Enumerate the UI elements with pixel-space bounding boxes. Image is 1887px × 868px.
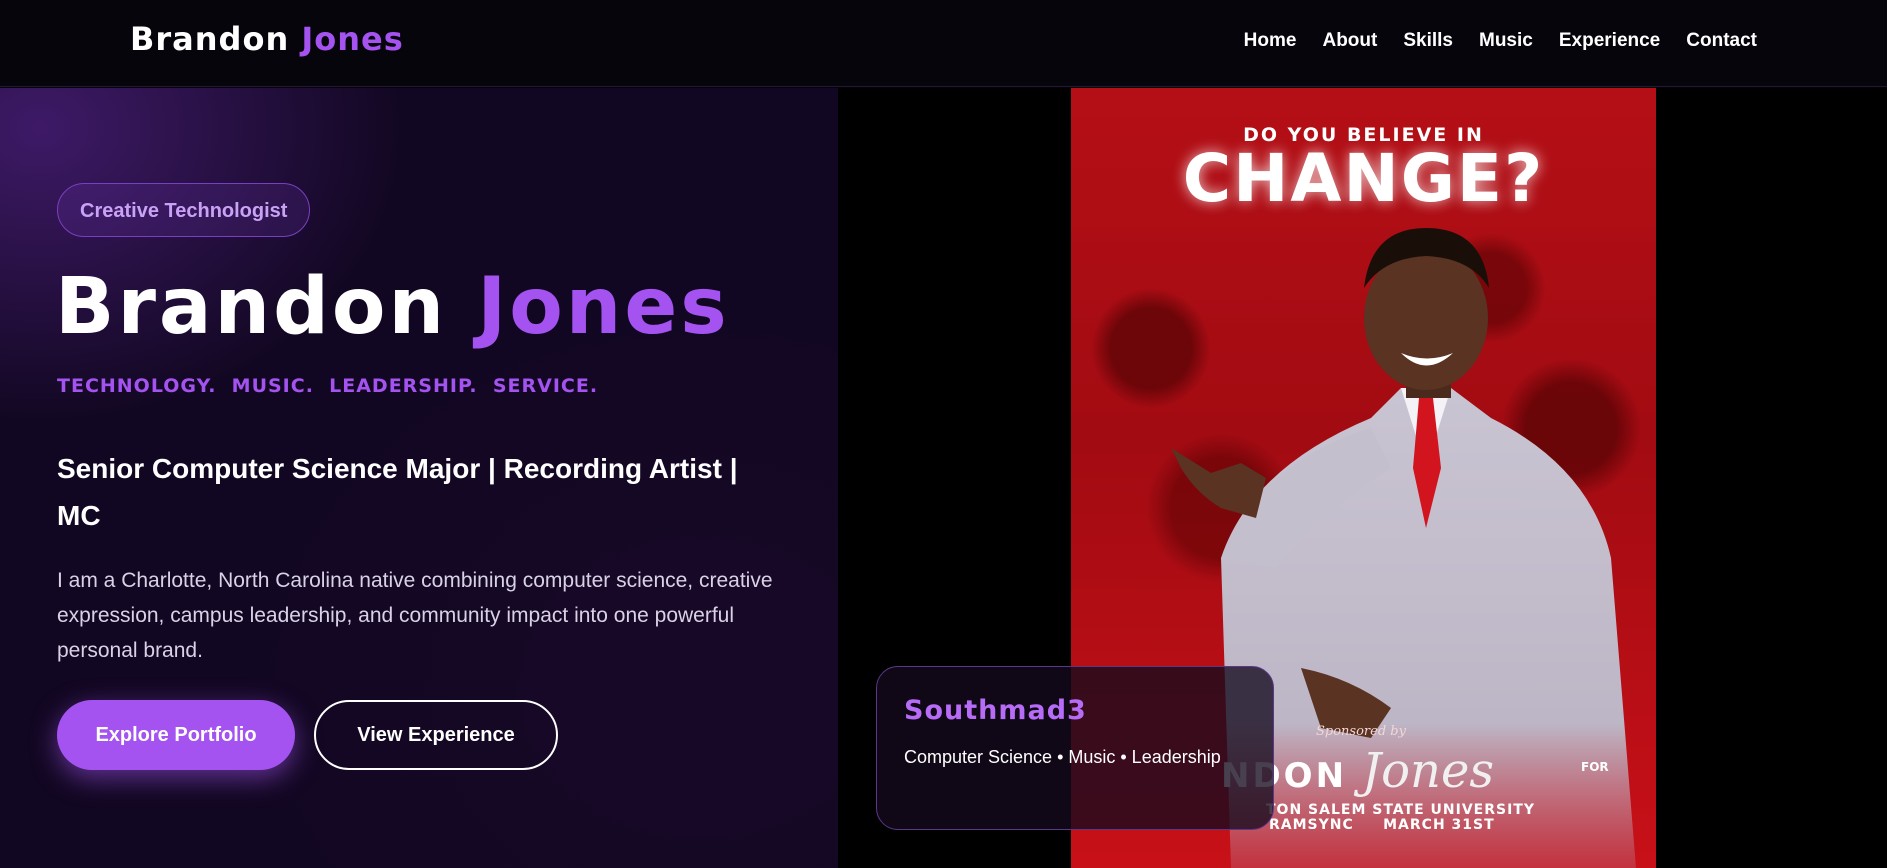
- hero-first-name: Brandon: [55, 262, 448, 352]
- poster-brand-script: Jones: [1361, 743, 1494, 799]
- nav-link-contact[interactable]: Contact: [1686, 30, 1757, 52]
- poster-date-line: RAMSYNC MARCH 31ST: [1269, 817, 1495, 833]
- hero-subtitle: Senior Computer Science Major | Recordin…: [57, 453, 738, 531]
- nav-link-experience[interactable]: Experience: [1559, 30, 1660, 52]
- hero-tagline: TECHNOLOGY. MUSIC. LEADERSHIP. SERVICE.: [57, 375, 599, 397]
- hero-description: I am a Charlotte, North Carolina native …: [57, 569, 773, 662]
- top-navbar: Brandon Jones Home About Skills Music Ex…: [0, 0, 1887, 87]
- site-logo[interactable]: Brandon Jones: [130, 20, 404, 58]
- logo-last-name: Jones: [301, 20, 404, 58]
- poster-university: TON SALEM STATE UNIVERSITY: [1266, 802, 1535, 818]
- profile-info-card: Southmad3 Computer Science • Music • Lea…: [876, 666, 1274, 830]
- poster-sponsor-label: Sponsored by: [1316, 724, 1406, 739]
- nav-link-music[interactable]: Music: [1479, 30, 1533, 52]
- role-badge: Creative Technologist: [57, 183, 311, 237]
- explore-portfolio-button[interactable]: Explore Portfolio: [57, 700, 295, 770]
- hero-name: Brandon Jones: [55, 262, 730, 352]
- poster-for-label: FOR: [1581, 760, 1609, 774]
- nav-links: Home About Skills Music Experience Conta…: [1244, 30, 1757, 52]
- card-subtitle: Computer Science • Music • Leadership: [904, 747, 1221, 767]
- card-title: Southmad3: [904, 695, 1087, 726]
- hero-last-name: Jones: [477, 262, 730, 352]
- nav-link-home[interactable]: Home: [1244, 30, 1297, 52]
- view-experience-button[interactable]: View Experience: [314, 700, 558, 770]
- nav-link-about[interactable]: About: [1322, 30, 1377, 52]
- logo-first-name: Brandon: [130, 20, 290, 58]
- nav-link-skills[interactable]: Skills: [1403, 30, 1453, 52]
